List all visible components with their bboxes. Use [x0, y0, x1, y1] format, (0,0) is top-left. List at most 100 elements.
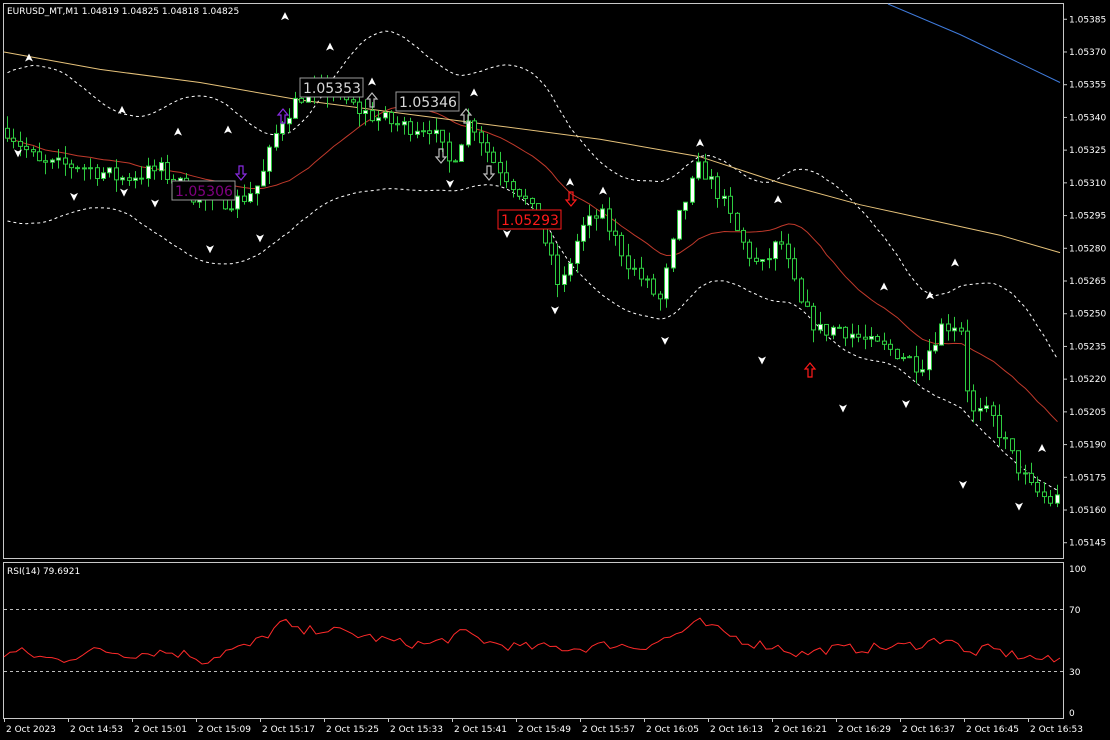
time-axis-label: 2 Oct 16:53 [1030, 725, 1083, 735]
candle-body [299, 97, 304, 103]
fractal-down-arrow [151, 199, 159, 208]
candle-body [677, 209, 682, 240]
candle-body [549, 242, 554, 256]
price-axis-label: 1.05220 [1069, 375, 1106, 385]
candle-body [376, 117, 381, 122]
candle-body [363, 110, 368, 115]
candle-body [114, 167, 119, 181]
price-axis-label: 1.05160 [1069, 506, 1106, 516]
fractal-down-arrow [120, 188, 128, 197]
candle-body [1029, 472, 1034, 483]
rsi-level-0-label: 0 [1069, 709, 1075, 719]
fractal-down-arrow [256, 234, 264, 243]
price-axis-label: 1.05310 [1069, 179, 1106, 189]
candle-body [1048, 496, 1053, 504]
candle-body [587, 215, 592, 226]
fractal-up-arrow [951, 258, 959, 267]
candle-body [11, 137, 16, 142]
candle-body [261, 170, 266, 187]
candle-body [671, 238, 676, 269]
candle-body [760, 259, 765, 262]
candle-body [895, 348, 900, 360]
fractal-up-arrow [281, 12, 289, 21]
candle-body [421, 130, 426, 133]
fractal-down-arrow [206, 245, 214, 254]
candle-body [658, 293, 663, 300]
time-axis-label: 2 Oct 15:57 [582, 725, 635, 735]
candle-body [165, 162, 170, 180]
price-tags: 1.05353 1.05346 1.05306 1.05293 [171, 77, 562, 230]
candle-body [255, 185, 260, 195]
time-axis-label: 2 Oct 16:05 [646, 725, 699, 735]
price-axis-label: 1.05235 [1069, 342, 1106, 352]
candle-body [837, 326, 842, 329]
candle-body [696, 161, 701, 179]
candle-body [843, 326, 848, 339]
candle-body [754, 257, 759, 262]
time-axis-label: 2 Oct 16:21 [774, 725, 827, 735]
candle-body [613, 230, 618, 236]
trading-terminal-chart-window: 1.05353 1.05346 1.05306 1.05293 EURUSD_MT,M… [0, 0, 1110, 740]
candle-body [248, 193, 253, 203]
fractal-up-arrow [599, 186, 607, 195]
time-axis-label: 2 Oct 16:29 [838, 725, 891, 735]
candle-body [56, 157, 61, 161]
ma-fast-line [7, 106, 1058, 423]
candle-body [735, 212, 740, 231]
price-axis-label: 1.05145 [1069, 539, 1106, 549]
price-chart-svg[interactable]: 1.05353 1.05346 1.05306 1.05293 EURUSD_MT,M… [0, 0, 1110, 740]
rsi-panel-frame [3, 562, 1064, 719]
price-tag-label: 1.05306 [175, 184, 233, 200]
candle-body [1035, 481, 1040, 493]
candle-body [159, 162, 164, 172]
candle-body [395, 123, 400, 126]
time-axis-label: 2 Oct 16:45 [966, 725, 1019, 735]
candle-body [69, 163, 74, 169]
rsi-label: RSI(14) 79.6921 [7, 567, 80, 577]
candle-body [1055, 494, 1060, 504]
candle-body [747, 241, 752, 259]
candle-body [5, 127, 10, 139]
candle-body [632, 267, 637, 270]
candle-body [645, 278, 650, 281]
candle-body [267, 146, 272, 172]
candle-body [146, 165, 151, 179]
candle-body [389, 111, 394, 125]
candle-body [920, 369, 925, 373]
candle-body [664, 267, 669, 300]
candle-body [43, 160, 48, 163]
candle-body [728, 195, 733, 214]
time-axis-label: 2 Oct 15:09 [198, 725, 251, 735]
fractal-down-arrow [503, 230, 511, 239]
candle-body [453, 160, 458, 163]
time-axis-label: 2 Oct 16:37 [902, 725, 955, 735]
fractal-down-arrow [551, 306, 559, 315]
fractal-up-arrow [774, 195, 782, 204]
candle-body [408, 121, 413, 135]
candle-body [101, 172, 106, 180]
price-axis-label: 1.05385 [1069, 15, 1106, 25]
candle-body [1010, 438, 1015, 452]
candle-body [287, 117, 292, 125]
candle-body [351, 99, 356, 103]
candle-body [600, 208, 605, 219]
candle-body [901, 356, 906, 360]
candle-body [479, 131, 484, 144]
candle-body [235, 195, 240, 210]
fractal-up-arrow [326, 42, 334, 51]
candle-body [37, 151, 42, 162]
candle-body [927, 350, 932, 371]
candle-body [741, 229, 746, 243]
candle-body [875, 335, 880, 342]
candle-body [984, 405, 989, 409]
candle-body [370, 110, 375, 122]
candle-body [651, 278, 656, 295]
time-axis-label: 2 Oct 15:49 [518, 725, 571, 735]
candle-body [811, 305, 816, 331]
fractal-up-arrow [368, 77, 376, 86]
candle-body [722, 195, 727, 199]
time-axis-label: 2 Oct 15:17 [262, 725, 315, 735]
fractal-down-arrow [839, 404, 847, 413]
candle-body [581, 224, 586, 242]
candle-body [952, 327, 957, 332]
